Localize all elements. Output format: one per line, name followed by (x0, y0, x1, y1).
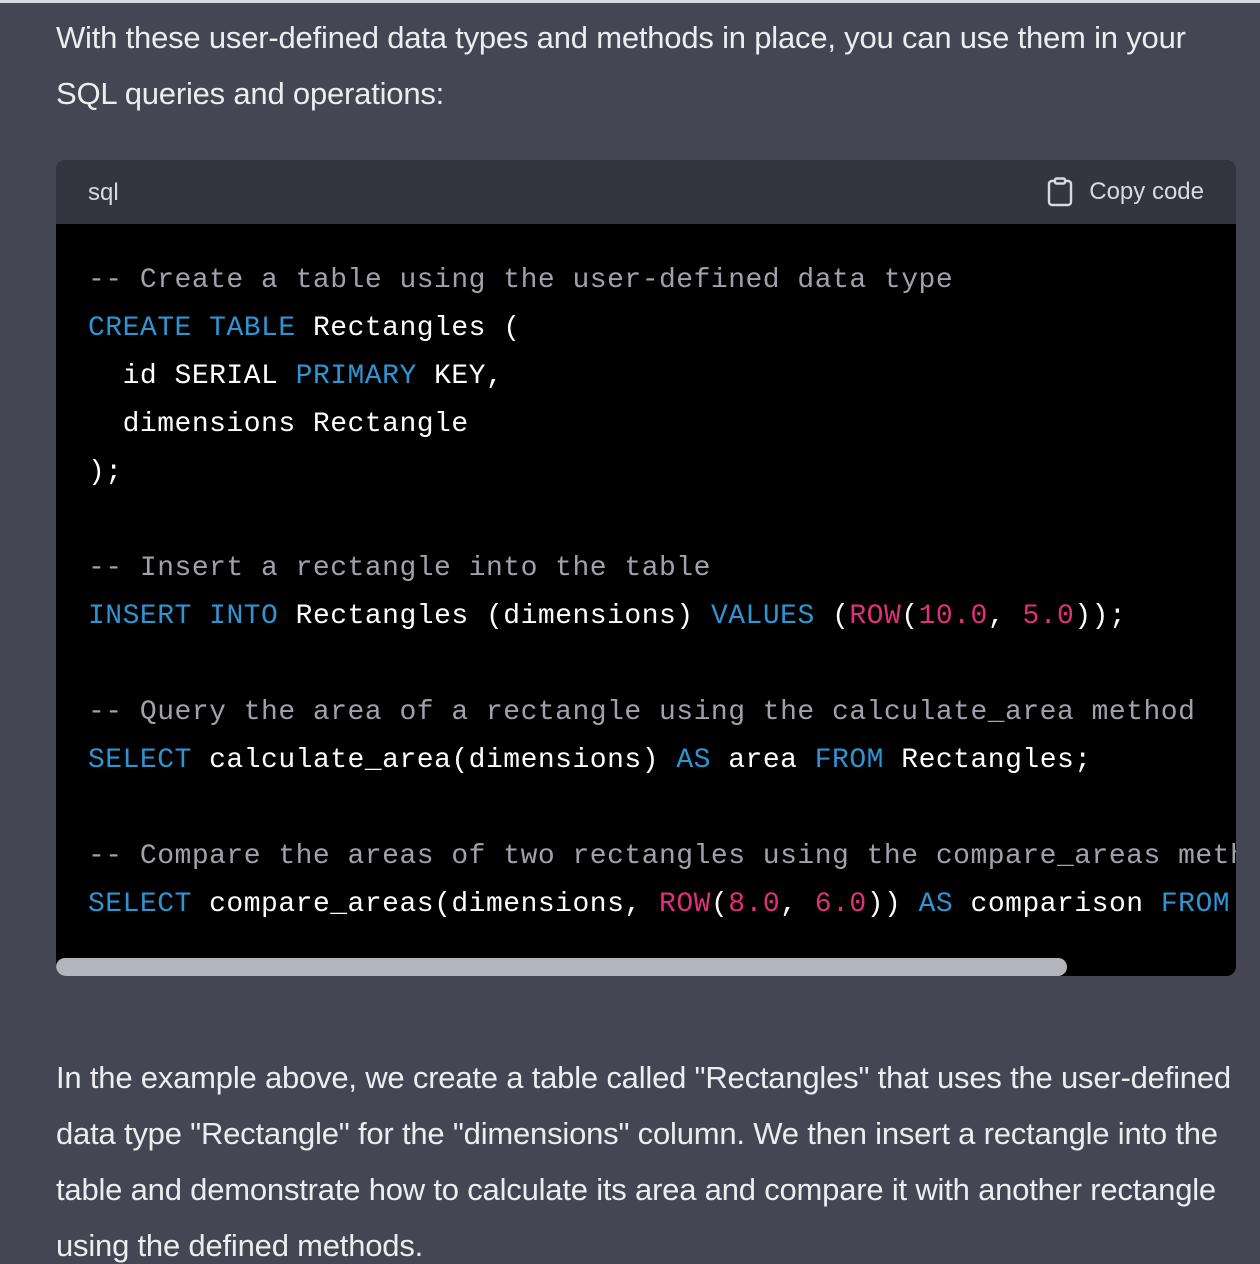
copy-code-button[interactable]: Copy code (1047, 160, 1204, 224)
code-text-segment: )); (1074, 601, 1127, 632)
code-keyword: SELECT (88, 745, 192, 776)
code-keyword: SELECT (88, 889, 192, 920)
top-border (0, 0, 1260, 3)
code-header: sql Copy code (56, 160, 1236, 224)
code-line: -- Compare the areas of two rectangles u… (88, 833, 1236, 881)
code-keyword: CREATE (88, 313, 192, 344)
code-keyword: PRIMARY (295, 361, 417, 392)
code-keyword: AS (676, 745, 711, 776)
code-line: dimensions Rectangle (88, 401, 1236, 449)
code-line: id SERIAL PRIMARY KEY, (88, 353, 1236, 401)
code-text-segment: , (780, 889, 815, 920)
code-text-segment (192, 313, 209, 344)
code-text-segment: comparison (953, 889, 1161, 920)
code-number: 10.0 (918, 601, 988, 632)
code-line: CREATE TABLE Rectangles ( (88, 305, 1236, 353)
code-text-segment: Rectangles; (883, 745, 1092, 776)
code-text: -- Create a table using the user-defined… (88, 257, 1236, 929)
code-text-segment: dimensions Rectangle (88, 409, 469, 440)
code-text-segment: , (987, 601, 1023, 632)
code-comment: -- Create a table using the user-defined… (88, 265, 954, 296)
code-text-segment: Rectangles (dimensions) (278, 601, 711, 632)
code-line: ); (88, 449, 1236, 497)
code-comment: -- Compare the areas of two rectangles u… (88, 841, 1236, 872)
code-keyword: INTO (209, 601, 279, 632)
clipboard-icon (1048, 177, 1073, 207)
code-keyword: TABLE (209, 313, 296, 344)
code-text-segment: compare_areas(dimensions, (191, 889, 660, 920)
code-keyword: INSERT (88, 601, 192, 632)
code-text-segment: Rectangles ( (295, 313, 521, 344)
code-keyword: FROM (1160, 889, 1231, 920)
code-text-segment (192, 601, 209, 632)
code-function: ROW (849, 601, 902, 632)
code-line: SELECT calculate_area(dimensions) AS are… (88, 737, 1236, 785)
code-line: -- Create a table using the user-defined… (88, 257, 1236, 305)
code-keyword: AS (918, 889, 954, 920)
code-comment: -- Query the area of a rectangle using t… (88, 697, 1196, 728)
code-line: INSERT INTO Rectangles (dimensions) VALU… (88, 593, 1236, 641)
code-line: -- Query the area of a rectangle using t… (88, 689, 1236, 737)
code-text-segment: calculate_area(dimensions) (191, 745, 677, 776)
code-line: -- Insert a rectangle into the table (88, 545, 1236, 593)
intro-paragraph: With these user-defined data types and m… (56, 20, 1186, 111)
code-text-segment: KEY, (416, 361, 504, 392)
code-text-segment: id SERIAL (88, 361, 296, 392)
code-text-segment: Rectangles; (1230, 889, 1236, 920)
code-language-label: sql (88, 179, 119, 206)
copy-code-label: Copy code (1089, 178, 1204, 205)
horizontal-scrollbar-thumb[interactable] (56, 958, 1067, 976)
code-number: 6.0 (814, 889, 867, 920)
code-text-segment: )) (866, 889, 919, 920)
outro-paragraph: In the example above, we create a table … (56, 1060, 1231, 1263)
code-text-segment: ( (814, 601, 850, 632)
code-text-segment: area (710, 745, 815, 776)
code-text-segment: ( (710, 889, 729, 920)
code-comment: -- Insert a rectangle into the table (88, 553, 711, 584)
code-number: 8.0 (728, 889, 781, 920)
code-keyword: FROM (814, 745, 884, 776)
code-text-segment: ( (901, 601, 919, 632)
code-number: 5.0 (1022, 601, 1075, 632)
code-body[interactable]: -- Create a table using the user-defined… (56, 224, 1236, 976)
code-block: sql Copy code -- Create a table using th… (56, 160, 1236, 976)
code-keyword: VALUES (710, 601, 815, 632)
code-function: ROW (659, 889, 711, 920)
code-line: SELECT compare_areas(dimensions, ROW(8.0… (88, 881, 1236, 929)
code-text-segment: ); (88, 457, 123, 488)
